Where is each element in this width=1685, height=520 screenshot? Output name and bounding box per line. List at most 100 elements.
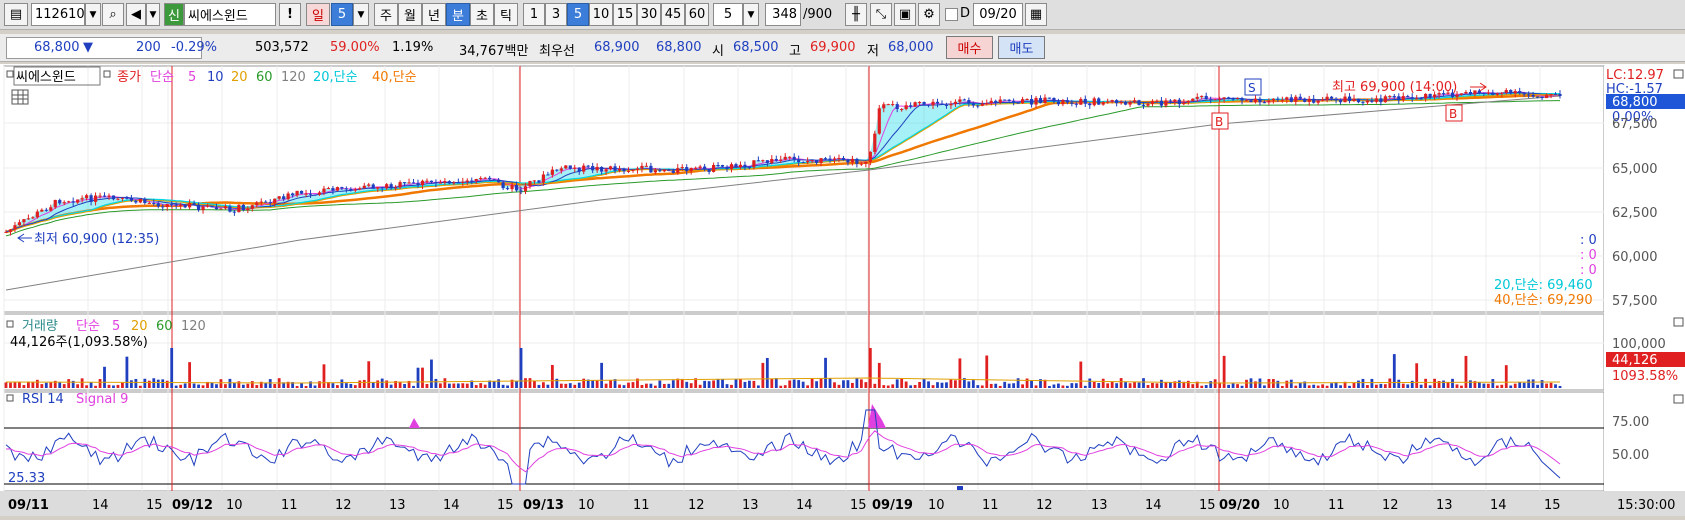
day-num-dropdown-icon[interactable]: ▼ [353, 3, 369, 26]
candle-body [1513, 91, 1517, 94]
interval-input[interactable]: 5 [713, 3, 743, 26]
candle-settings-icon[interactable]: ╫ [845, 3, 867, 26]
stock-name[interactable]: 씨에스윈드 [184, 3, 276, 26]
period-month-button[interactable]: 월 [398, 3, 422, 26]
panel-toggle-icon[interactable] [6, 70, 14, 78]
volume-toggle-icon[interactable] [6, 320, 14, 328]
interval-60-button[interactable]: 60 [685, 3, 709, 26]
volume-bar [645, 383, 648, 388]
candle-body [192, 203, 196, 205]
candle-body [707, 169, 711, 172]
candle-body [895, 104, 899, 110]
volume-bar [89, 382, 93, 388]
period-minute-button[interactable]: 분 [446, 3, 470, 26]
chart-svg[interactable]: 씨에스윈드 종가 단순 5 10 20 60 120 20,단순 40,단순 최… [0, 64, 1685, 516]
candle-body [1146, 103, 1150, 106]
x-axis-label: 11 [281, 498, 298, 513]
candle-body [514, 184, 519, 191]
interval-10-button[interactable]: 10 [589, 3, 613, 26]
volume-bar [936, 382, 939, 388]
candle-body [85, 195, 89, 199]
candle-body [1352, 98, 1356, 102]
candle-body [1007, 99, 1011, 101]
candle-body [358, 188, 362, 190]
close-toggle-icon[interactable] [103, 70, 111, 78]
drawing-tools-icon[interactable]: ⤡ [870, 3, 892, 26]
candle-body [635, 168, 640, 170]
date-checkbox[interactable] [945, 8, 958, 21]
volume-bar [819, 378, 823, 388]
price-minimize-icon[interactable] [1673, 69, 1684, 79]
x-axis-label: 14 [1145, 498, 1162, 513]
interval-1-button[interactable]: 1 [523, 3, 545, 26]
sound-dropdown-icon[interactable]: ▼ [146, 3, 160, 26]
volume-bar [1021, 384, 1024, 388]
alert-button[interactable]: ! [279, 3, 301, 26]
interval-3-button[interactable]: 3 [545, 3, 567, 26]
volume-bar [918, 382, 921, 388]
rsi-y-tick-75: 75.00 [1612, 415, 1649, 430]
candle-body [98, 195, 102, 197]
volume-bar [1151, 382, 1154, 388]
candle-body [264, 201, 268, 203]
candle-body [152, 202, 156, 204]
candle-body [738, 164, 743, 168]
volume-bar [792, 379, 796, 388]
table-icon[interactable] [11, 89, 29, 105]
ma120-label: 120 [281, 70, 306, 85]
volume-bar [138, 385, 142, 388]
volume-bar [788, 380, 792, 388]
gear-icon[interactable]: ⚙ [918, 3, 940, 26]
rsi-minimize-icon[interactable] [1673, 394, 1684, 404]
interval-15-button[interactable]: 15 [613, 3, 637, 26]
volume-bar [689, 383, 693, 388]
period-year-button[interactable]: 년 [422, 3, 446, 26]
interval-30-button[interactable]: 30 [637, 3, 661, 26]
volume-bar [904, 381, 908, 388]
date-input[interactable]: 09/20 [973, 3, 1023, 26]
save-icon[interactable]: ▣ [894, 3, 916, 26]
rsi-toggle-icon[interactable] [6, 394, 14, 402]
search-icon[interactable]: ⌕ [102, 3, 124, 26]
period-second-button[interactable]: 초 [470, 3, 494, 26]
rsi-panel[interactable] [3, 391, 1605, 492]
stock-code-input[interactable]: 112610 [31, 3, 85, 26]
interval-dropdown-icon[interactable]: ▼ [743, 3, 759, 26]
interval-45-button[interactable]: 45 [661, 3, 685, 26]
chart-menu-icon[interactable]: ▤ [4, 3, 28, 26]
code-dropdown-icon[interactable]: ▼ [85, 3, 101, 26]
candle-body [1079, 98, 1083, 105]
open-price: 68,500 [733, 40, 779, 55]
period-week-button[interactable]: 주 [374, 3, 398, 26]
calendar-icon[interactable]: ▦ [1025, 3, 1047, 26]
volume-bar [698, 384, 702, 388]
sell-button[interactable]: 매도 [998, 36, 1045, 59]
period-day-button[interactable]: 일 [306, 3, 330, 26]
candle-body [761, 160, 765, 162]
volume-bar [976, 385, 980, 388]
candle-body [1012, 100, 1016, 103]
count-input[interactable]: 348 [765, 3, 801, 26]
candle-body [389, 184, 393, 189]
volume-bar [828, 378, 832, 388]
volume-bar [873, 383, 877, 388]
volume-bar [1495, 385, 1499, 388]
candle-body [438, 182, 443, 184]
volume-bar [712, 380, 715, 388]
interval-5-button[interactable]: 5 [567, 3, 589, 26]
candle-body [385, 184, 389, 189]
volume-bar [201, 385, 205, 388]
chart-area[interactable]: 씨에스윈드 종가 단순 5 10 20 60 120 20,단순 40,단순 최… [0, 64, 1685, 516]
period-day-num[interactable]: 5 [331, 3, 353, 26]
period-tick-button[interactable]: 틱 [494, 3, 518, 26]
sound-icon[interactable]: ◀ [126, 3, 146, 26]
volume-bar [474, 385, 478, 388]
volume-bar [627, 382, 630, 388]
volume-bar [1321, 384, 1325, 388]
volume-bar [1312, 384, 1316, 388]
candle-body [380, 187, 384, 189]
volume-bar [403, 384, 406, 388]
volume-bar [492, 381, 496, 388]
buy-button[interactable]: 매수 [946, 36, 993, 59]
volume-minimize-icon[interactable] [1673, 317, 1684, 327]
